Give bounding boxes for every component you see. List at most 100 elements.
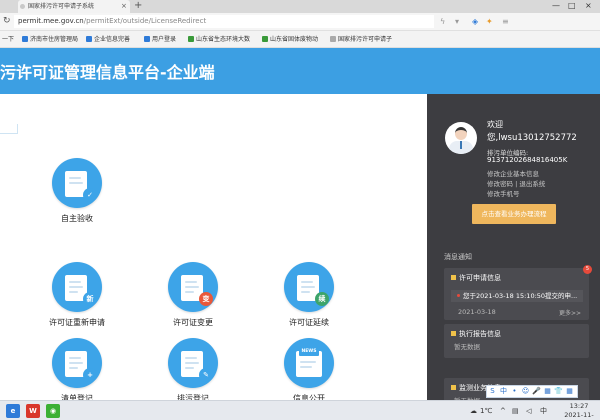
clock[interactable]: 13:27 2021-11-08	[561, 402, 597, 420]
card-title: 执行报告信息	[459, 330, 501, 338]
ime-toolbar[interactable]: S 中 • ☺ 🎤 ▦ 👕 ▦	[486, 385, 578, 398]
dropdown-icon[interactable]: ▾	[455, 16, 459, 27]
welcome-text: 欢迎	[487, 120, 503, 129]
maximize-icon[interactable]: □	[568, 0, 576, 12]
browser-shield-icon[interactable]: ◈	[472, 16, 478, 27]
new-tab-icon[interactable]: +	[134, 0, 142, 12]
bookmark-favicon-icon	[188, 36, 194, 42]
discharge-registration-badge: ✎	[199, 368, 213, 382]
ime-mic-icon[interactable]: 🎤	[531, 386, 542, 397]
license-renewal-icon: 续	[284, 262, 334, 312]
self-acceptance-icon: ✓	[52, 158, 102, 208]
function-discharge-registration[interactable]: ✎ 排污登记	[148, 338, 238, 404]
card-title: 许可申请信息	[459, 274, 501, 282]
minimize-icon[interactable]: —	[552, 0, 560, 12]
license-change-icon: 变	[168, 262, 218, 312]
message-line[interactable]: 您于2021-03-18 15:10:50提交的申...	[451, 290, 583, 302]
unread-dot-icon	[457, 294, 460, 297]
network-icon[interactable]: ▤	[512, 401, 519, 420]
license-reapply-icon: 新	[52, 262, 102, 312]
wps-icon[interactable]: W	[26, 404, 40, 418]
input-method-icon[interactable]: 中	[540, 401, 547, 420]
bookmark-item[interactable]: 山东省固体废物动	[262, 31, 318, 47]
browser-tab[interactable]: 国家排污许可申请子系统	[18, 0, 130, 13]
function-label: 许可证延续	[289, 318, 329, 327]
messages-title: 消息通知	[444, 253, 472, 261]
weather-icon: ☁	[470, 407, 477, 415]
clock-date: 2021-11-08	[564, 411, 594, 419]
bookmarks-bar: 一下 济南市住房管理局 企业信息完善 用户登录 山东省生态环境大数 山东省固体废…	[0, 31, 600, 48]
ie-icon[interactable]: e	[6, 404, 20, 418]
volume-icon[interactable]: ◁	[526, 401, 531, 420]
tray-chevron-icon[interactable]: ^	[500, 401, 506, 420]
function-label: 许可证变更	[173, 318, 213, 327]
settings-menu-icon[interactable]: ≡	[502, 16, 509, 27]
function-license-change[interactable]: 变 许可证变更	[148, 262, 238, 328]
function-license-reapply[interactable]: 新 许可证重新申请	[32, 262, 122, 328]
function-label: 自主验收	[61, 214, 93, 223]
ime-tools-icon[interactable]: ▦	[564, 386, 575, 397]
url-host: permit.mee.gov.cn	[18, 17, 84, 25]
message-card-license[interactable]: 许可申请信息 5 您于2021-03-18 15:10:50提交的申... 20…	[444, 265, 592, 320]
close-window-icon[interactable]: ×	[585, 0, 592, 12]
license-reapply-badge: 新	[83, 292, 97, 306]
url-path: /permitExt/outside/LicenseRedirect	[83, 17, 207, 25]
unit-code: 91371202684816405K	[487, 156, 568, 164]
ime-emoji-icon[interactable]: ☺	[520, 386, 531, 397]
ime-skin-icon[interactable]: 👕	[553, 386, 564, 397]
license-change-badge: 变	[199, 292, 213, 306]
username: 您,lwsu13012752772	[487, 133, 577, 143]
bullet-icon	[451, 275, 456, 280]
discharge-registration-icon: ✎	[168, 338, 218, 388]
avatar	[445, 122, 477, 154]
ime-keyboard-icon[interactable]: ▦	[542, 386, 553, 397]
tab-close-icon[interactable]: ×	[121, 0, 127, 13]
url-field[interactable]: permit.mee.gov.cn/permitExt/outside/Lice…	[14, 15, 434, 28]
bullet-icon	[451, 385, 456, 390]
browser-extension-icon[interactable]: ✦	[486, 16, 493, 27]
main-content: ✓ 自主验收 新 许可证重新申请 变 许可证变更 续 许可证延续 + 清单登记	[0, 94, 427, 403]
ime-punct-icon[interactable]: •	[509, 386, 520, 397]
function-information-disclosure[interactable]: NEWS 信息公开	[264, 338, 354, 404]
bullet-icon	[451, 331, 456, 336]
unread-badge: 5	[583, 265, 592, 274]
temperature: 1℃	[480, 407, 493, 415]
bookmark-item[interactable]: 企业信息完善	[86, 31, 130, 47]
lightning-icon[interactable]: ϟ	[440, 16, 445, 27]
function-label: 许可证重新申请	[49, 318, 105, 327]
bookmark-favicon-icon	[22, 36, 28, 42]
tab-favicon-icon	[20, 4, 25, 9]
bookmark-item[interactable]: 用户登录	[144, 31, 176, 47]
clock-time: 13:27	[569, 402, 589, 410]
function-list-registration[interactable]: + 清单登记	[32, 338, 122, 404]
view-process-button[interactable]: 点击查看业务办理流程	[472, 204, 556, 224]
wechat-icon[interactable]: ◉	[46, 404, 60, 418]
license-renewal-badge: 续	[315, 292, 329, 306]
user-panel: 欢迎 您,lwsu13012752772 排污单位编码: 91371202684…	[427, 94, 600, 405]
list-registration-icon: +	[52, 338, 102, 388]
message-card-report[interactable]: 执行报告信息 暂无数据	[444, 324, 589, 358]
function-license-renewal[interactable]: 续 许可证延续	[264, 262, 354, 328]
bookmark-item[interactable]: 济南市住房管理局	[22, 31, 78, 47]
edit-phone-link[interactable]: 修改手机号	[487, 188, 520, 198]
function-self-acceptance[interactable]: ✓ 自主验收	[32, 158, 122, 224]
bookmark-favicon-icon	[86, 36, 92, 42]
edit-company-info-link[interactable]: 修改企业基本信息	[487, 168, 539, 178]
more-link[interactable]: 更多>>	[559, 308, 581, 317]
bookmark-item[interactable]: 国家排污许可申请子	[330, 31, 392, 47]
address-bar: ↻ permit.mee.gov.cn/permitExt/outside/Li…	[0, 13, 600, 31]
app-header: 污许可证管理信息平台-企业端	[0, 48, 600, 94]
ime-mode-icon[interactable]: 中	[498, 386, 509, 397]
news-icon: NEWS	[284, 338, 334, 388]
message-date: 2021-03-18	[458, 308, 496, 316]
ime-logo-icon[interactable]: S	[487, 386, 498, 397]
reload-icon[interactable]: ↻	[3, 15, 11, 28]
tab-title: 国家排污许可申请子系统	[28, 3, 95, 10]
bookmark-favicon-icon	[262, 36, 268, 42]
edge-decoration	[0, 124, 18, 134]
list-registration-badge: +	[83, 368, 97, 382]
bookmark-favicon-icon	[144, 36, 150, 42]
empty-text: 暂无数据	[454, 343, 480, 351]
password-logout-link[interactable]: 修改密码 | 退出系统	[487, 178, 545, 188]
bookmark-item[interactable]: 山东省生态环境大数	[188, 31, 250, 47]
